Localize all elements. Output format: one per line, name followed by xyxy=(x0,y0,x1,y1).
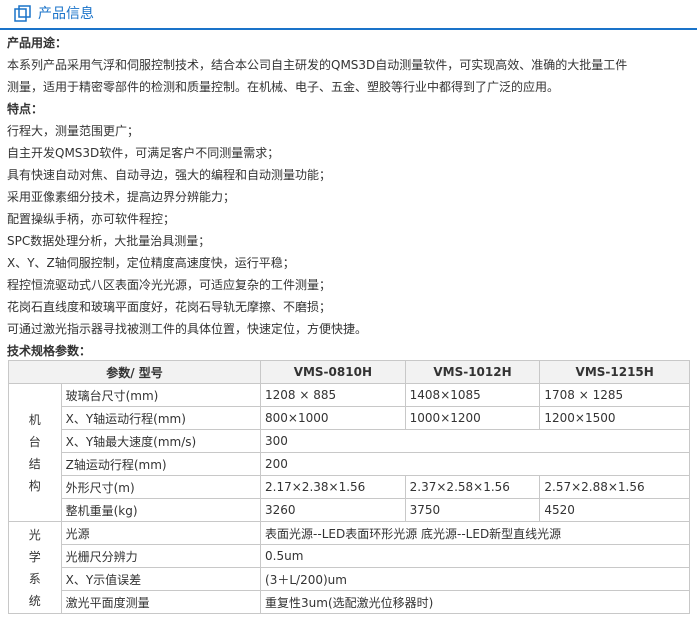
usage-text-line: 测量，适用于精密零部件的检测和质量控制。在机械、电子、五金、塑胶等行业中都得到了… xyxy=(7,80,560,94)
feature-item: 自主开发QMS3D软件，可满足客户不同测量需求； xyxy=(7,146,280,160)
group-optical-system: 光 学 系 统 xyxy=(8,521,62,614)
spec-label: 技术规格参数： xyxy=(7,344,92,358)
param-value: 表面光源--LED表面环形光源 底光源--LED新型直线光源 xyxy=(260,521,690,545)
header-model: VMS-1012H xyxy=(404,360,541,384)
param-name: X、Y示值误差 xyxy=(60,567,262,591)
feature-item: X、Y、Z轴伺服控制，定位精度高速度快，运行平稳； xyxy=(7,256,295,270)
param-name: 整机重量(kg) xyxy=(60,498,262,522)
section-title: 产品信息 xyxy=(38,6,94,22)
table-row: X、Y轴运动行程(mm) 800×1000 1000×1200 1200×150… xyxy=(9,406,690,430)
table-row: 光 学 系 统 光源 表面光源--LED表面环形光源 底光源--LED新型直线光… xyxy=(8,521,690,614)
param-value: 0.5um xyxy=(260,544,690,568)
table-row: Z轴运动行程(mm) 200 xyxy=(9,452,690,476)
feature-item: 可通过激光指示器寻找被测工件的具体位置，快速定位，方便快捷。 xyxy=(7,322,368,336)
feature-item: 配置操纵手柄，亦可软件程控； xyxy=(7,212,176,226)
table-row: X、Y轴最大速度(mm/s) 300 xyxy=(9,429,690,453)
spec-header-row: 参数/ 型号 VMS-0810H VMS-1012H VMS-1215H xyxy=(7,360,690,384)
feature-item: 具有快速自动对焦、自动寻边，强大的编程和自动测量功能； xyxy=(7,168,332,182)
param-value: 1708 × 1285 xyxy=(539,383,690,407)
param-value: 200 xyxy=(260,452,690,476)
feature-item: 程控恒流驱动式八区表面冷光光源，可适应复杂的工件测量； xyxy=(7,278,332,292)
header-model: VMS-1215H xyxy=(539,360,690,384)
param-name: X、Y轴运动行程(mm) xyxy=(60,406,262,430)
param-value: 1208 × 885 xyxy=(260,383,406,407)
product-info-icon xyxy=(14,5,31,22)
param-value: 重复性3um(选配激光位移器时) xyxy=(260,590,690,614)
param-name: 光源 xyxy=(60,521,262,545)
param-name: 外形尺寸(m) xyxy=(60,475,262,499)
header-param: 参数/ 型号 xyxy=(7,360,262,384)
group-machine-structure: 机 台 结 构 xyxy=(8,383,62,522)
param-value: 1200×1500 xyxy=(539,406,690,430)
param-value: 1000×1200 xyxy=(404,406,541,430)
table-row: 外形尺寸(m) 2.17×2.38×1.56 2.37×2.58×1.56 2.… xyxy=(9,475,690,499)
table-row: X、Y示值误差 (3＋L/200)um xyxy=(9,567,690,591)
usage-label: 产品用途： xyxy=(7,36,68,50)
table-row: 激光平面度测量 重复性3um(选配激光位移器时) xyxy=(9,590,690,614)
table-row: 光栅尺分辨力 0.5um xyxy=(9,544,690,568)
feature-item: 行程大，测量范围更广； xyxy=(7,124,140,138)
param-value: 2.37×2.58×1.56 xyxy=(404,475,541,499)
param-name: 玻璃台尺寸(mm) xyxy=(60,383,262,407)
section-header: 产品信息 xyxy=(0,0,697,30)
feature-item: 采用亚像素细分技术，提高边界分辨能力； xyxy=(7,190,236,204)
spec-table: 参数/ 型号 VMS-0810H VMS-1012H VMS-1215H 机 台… xyxy=(7,360,690,614)
param-name: 光栅尺分辨力 xyxy=(60,544,262,568)
table-row: 机 台 结 构 玻璃台尺寸(mm) 1208 × 885 1408×1085 1… xyxy=(8,383,690,522)
param-value: (3＋L/200)um xyxy=(260,567,690,591)
param-value: 3750 xyxy=(404,498,541,522)
product-description: 产品用途： 本系列产品采用气浮和伺服控制技术，结合本公司自主研发的QMS3D自动… xyxy=(7,32,691,362)
param-value: 800×1000 xyxy=(260,406,406,430)
feature-item: 花岗石直线度和玻璃平面度好，花岗石导轨无摩擦、不磨损； xyxy=(7,300,332,314)
table-row: 整机重量(kg) 3260 3750 4520 xyxy=(9,498,690,522)
param-value: 2.17×2.38×1.56 xyxy=(260,475,406,499)
param-name: Z轴运动行程(mm) xyxy=(60,452,262,476)
feature-item: SPC数据处理分析，大批量治具测量； xyxy=(7,234,211,248)
param-value: 1408×1085 xyxy=(404,383,541,407)
header-model: VMS-0810H xyxy=(260,360,406,384)
param-value: 2.57×2.88×1.56 xyxy=(539,475,690,499)
param-name: 激光平面度测量 xyxy=(60,590,262,614)
param-value: 300 xyxy=(260,429,690,453)
param-value: 4520 xyxy=(539,498,690,522)
param-value: 3260 xyxy=(260,498,406,522)
usage-text-line: 本系列产品采用气浮和伺服控制技术，结合本公司自主研发的QMS3D自动测量软件，可… xyxy=(7,58,628,72)
param-name: X、Y轴最大速度(mm/s) xyxy=(60,429,262,453)
features-label: 特点： xyxy=(7,102,44,116)
